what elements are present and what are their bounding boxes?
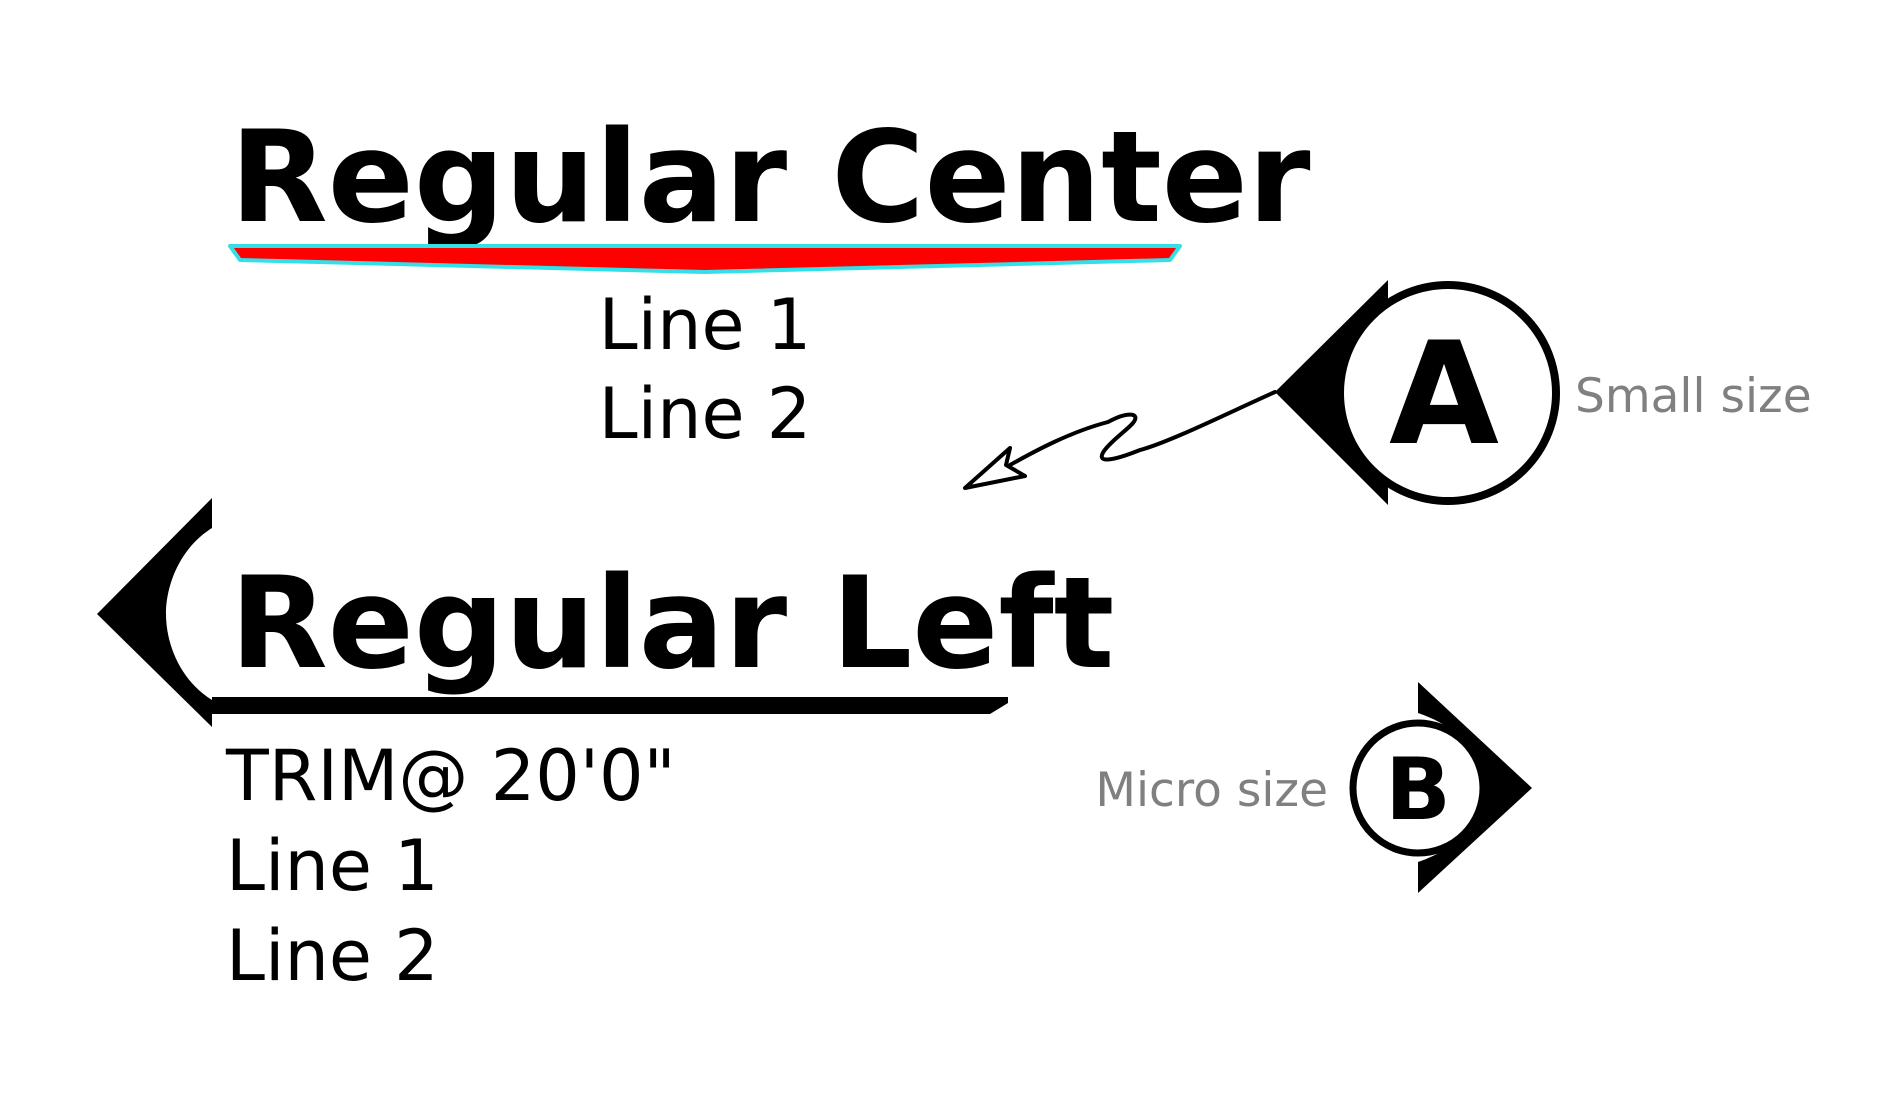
center-underline (228, 244, 1182, 274)
left-line-3: Line 2 (226, 915, 439, 997)
center-title: Regular Center (230, 103, 1311, 251)
leader-line (1008, 390, 1277, 467)
leader-arrowhead (963, 446, 1027, 490)
left-label-group: Regular Left TRIM@ 20'0" Line 1 Line 2 (97, 498, 1114, 997)
callout-b-size-label: Micro size (1095, 763, 1328, 818)
callout-b: B Micro size (1095, 682, 1532, 893)
center-line-1: Line 1 (599, 284, 812, 366)
left-title: Regular Left (230, 549, 1114, 697)
left-line-1: TRIM@ 20'0" (225, 735, 676, 817)
callout-a-leader (963, 390, 1277, 490)
callout-a-size-label: Small size (1575, 369, 1812, 424)
left-underline (212, 697, 1008, 714)
diagram-canvas: Regular Center Line 1 Line 2 Regular Lef… (97, 103, 1812, 997)
callout-a-letter: A (1389, 312, 1499, 477)
callout-b-letter: B (1385, 740, 1451, 840)
left-line-2: Line 1 (226, 825, 439, 907)
center-label-group: Regular Center Line 1 Line 2 (228, 103, 1311, 455)
left-arrow-head (97, 498, 212, 727)
callout-a: A Small size (1275, 280, 1812, 505)
center-line-2: Line 2 (599, 373, 812, 455)
